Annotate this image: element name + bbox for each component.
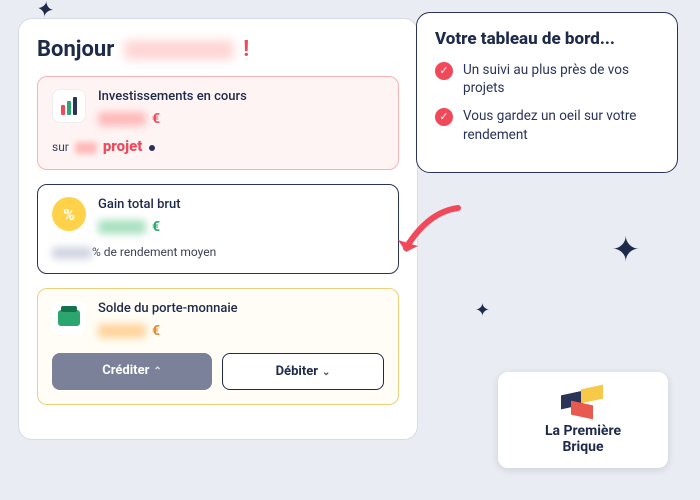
- dot-icon: [149, 145, 155, 151]
- greeting-prefix: Bonjour: [37, 37, 114, 62]
- card-gain: % Gain total brut € % de rendement moyen: [37, 184, 399, 274]
- check-icon: ✓: [435, 62, 453, 80]
- arrow-up-icon: ⌃: [153, 366, 161, 377]
- wallet-icon: [52, 301, 86, 335]
- currency-symbol: €: [152, 323, 160, 339]
- yield-pct-redacted: [52, 247, 92, 259]
- brand-name: La Première Brique: [545, 423, 621, 455]
- dashboard-panel: Bonjour ! Investissements en cours € sur…: [18, 18, 418, 440]
- greeting-exclaim: !: [243, 37, 249, 62]
- card-wallet-title: Solde du porte-monnaie: [98, 301, 238, 316]
- check-icon: ✓: [435, 108, 453, 126]
- card-gain-title: Gain total brut: [98, 197, 181, 212]
- percent-icon: %: [52, 197, 86, 231]
- user-name-redacted: [124, 40, 234, 60]
- investments-subline: sur projet: [52, 137, 384, 155]
- credit-button[interactable]: Créditer⌃: [52, 353, 212, 390]
- currency-symbol: €: [152, 111, 160, 127]
- debit-button[interactable]: Débiter⌄: [222, 353, 384, 390]
- callout-item: ✓ Vous gardez un oeil sur votre rendemen…: [435, 107, 659, 143]
- project-word: projet: [103, 137, 142, 155]
- brand-logo-card: La Première Brique: [498, 372, 668, 468]
- project-count-redacted: [75, 142, 97, 154]
- brand-logo-icon: [561, 385, 605, 419]
- chart-bars-icon: [52, 89, 86, 123]
- wallet-amount-redacted: [98, 324, 146, 338]
- arrow-down-icon: ⌄: [322, 367, 330, 378]
- gain-yield-line: % de rendement moyen: [52, 245, 384, 259]
- card-investments-title: Investissements en cours: [98, 89, 247, 104]
- sparkle-icon: ✦: [475, 300, 490, 321]
- currency-symbol: €: [152, 219, 160, 235]
- card-investments: Investissements en cours € sur projet: [37, 76, 399, 170]
- gain-amount-redacted: [98, 220, 146, 234]
- card-wallet: Solde du porte-monnaie € Créditer⌃ Débit…: [37, 288, 399, 405]
- callout-item: ✓ Un suivi au plus près de vos projets: [435, 61, 659, 97]
- pointer-arrow-icon: [388, 200, 468, 270]
- greeting: Bonjour !: [37, 37, 399, 62]
- investments-amount-redacted: [98, 112, 146, 126]
- callout-title: Votre tableau de bord...: [435, 29, 659, 49]
- callout-box: Votre tableau de bord... ✓ Un suivi au p…: [416, 12, 678, 173]
- sparkle-icon: ✦: [612, 230, 641, 270]
